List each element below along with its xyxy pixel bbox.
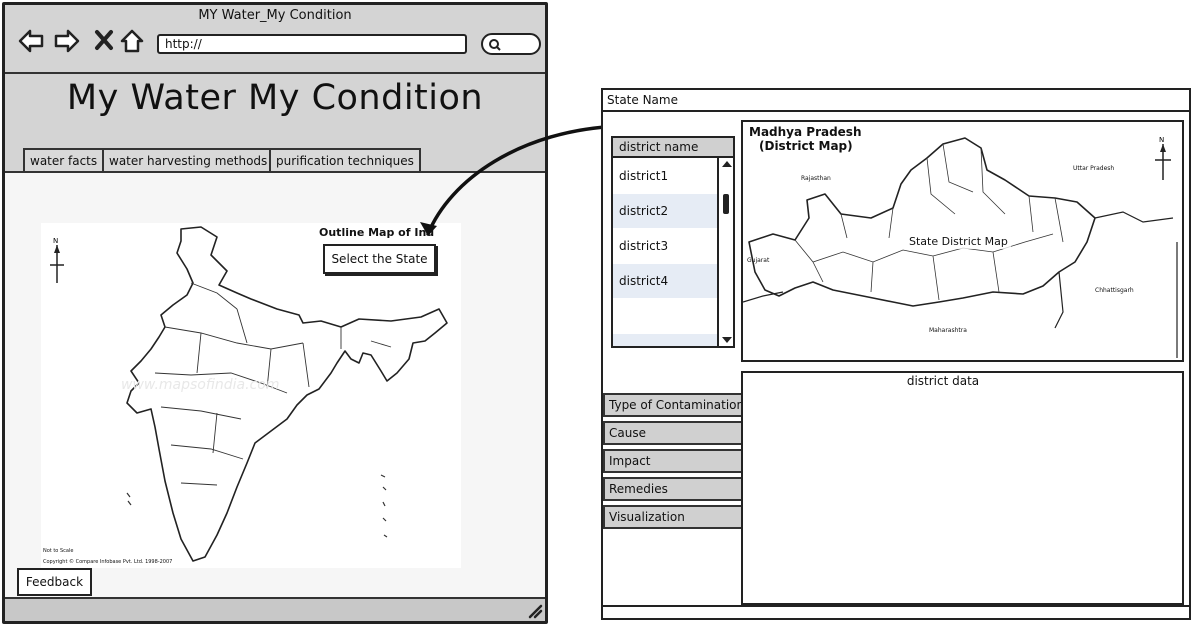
home-icon[interactable] [118, 27, 146, 55]
menu-type-of-contamination[interactable]: Type of Contamination [603, 393, 743, 417]
browser-window: MY Water_My Condition http:// My Water M… [2, 2, 548, 624]
search-icon [487, 37, 503, 57]
district-panel: State Name district name district1 distr… [601, 88, 1191, 620]
resize-grip-icon[interactable] [527, 603, 543, 623]
district-map-title: Madhya Pradesh (District Map) [749, 125, 862, 153]
list-item[interactable]: district1 [613, 159, 717, 193]
tab-water-harvesting-methods[interactable]: water harvesting methods [102, 148, 275, 172]
forward-icon[interactable] [53, 27, 81, 55]
window-title: MY Water_My Condition [198, 8, 352, 23]
district-data-panel: district data [741, 371, 1184, 605]
stop-icon[interactable] [91, 27, 119, 55]
panel-footer-divider [603, 605, 1189, 607]
list-item[interactable]: district3 [613, 229, 717, 263]
list-item[interactable]: district2 [613, 194, 717, 228]
url-input[interactable]: http:// [157, 34, 467, 54]
svg-text:Rajasthan: Rajasthan [801, 175, 831, 182]
list-item[interactable]: district4 [613, 264, 717, 298]
svg-text:N: N [1159, 136, 1164, 144]
menu-remedies[interactable]: Remedies [603, 477, 743, 501]
toolbar-divider [5, 72, 545, 74]
list-item-partial [613, 334, 717, 346]
svg-text:Maharashtra: Maharashtra [929, 327, 967, 334]
district-data-label: district data [906, 374, 980, 388]
district-list-header: district name [613, 138, 733, 158]
menu-visualization[interactable]: Visualization [603, 505, 743, 529]
map-scale-note: Not to Scale [43, 548, 74, 554]
district-map[interactable]: Rajasthan Uttar Pradesh Gujarat Chhattis… [741, 120, 1184, 362]
svg-text:Uttar Pradesh: Uttar Pradesh [1073, 165, 1114, 172]
map-copyright: Copyright © Compare Infobase Pvt. Ltd. 1… [43, 559, 173, 565]
feedback-button[interactable]: Feedback [17, 568, 92, 596]
menu-impact[interactable]: Impact [603, 449, 743, 473]
svg-text:Gujarat: Gujarat [747, 257, 770, 264]
state-name-label: State Name [607, 93, 678, 107]
india-outline-graphic: www.mapsofindia.com [121, 226, 448, 562]
district-list[interactable]: district name district1 district2 distri… [611, 136, 735, 348]
status-bar [5, 597, 545, 621]
svg-text:Chhattisgarh: Chhattisgarh [1095, 287, 1134, 294]
panel-header-divider [603, 110, 1189, 112]
svg-text:www.mapsofindia.com: www.mapsofindia.com [121, 377, 280, 393]
tab-purification-techniques[interactable]: purification techniques [269, 148, 421, 172]
back-icon[interactable] [17, 27, 45, 55]
tab-water-facts[interactable]: water facts [23, 148, 105, 172]
menu-cause[interactable]: Cause [603, 421, 743, 445]
search-input[interactable] [481, 33, 541, 55]
district-map-placeholder: State District Map [906, 234, 1011, 249]
india-map[interactable]: N www.mapsofindia.com Outline Map of Ind… [41, 223, 461, 568]
list-scrollbar[interactable] [717, 158, 733, 346]
